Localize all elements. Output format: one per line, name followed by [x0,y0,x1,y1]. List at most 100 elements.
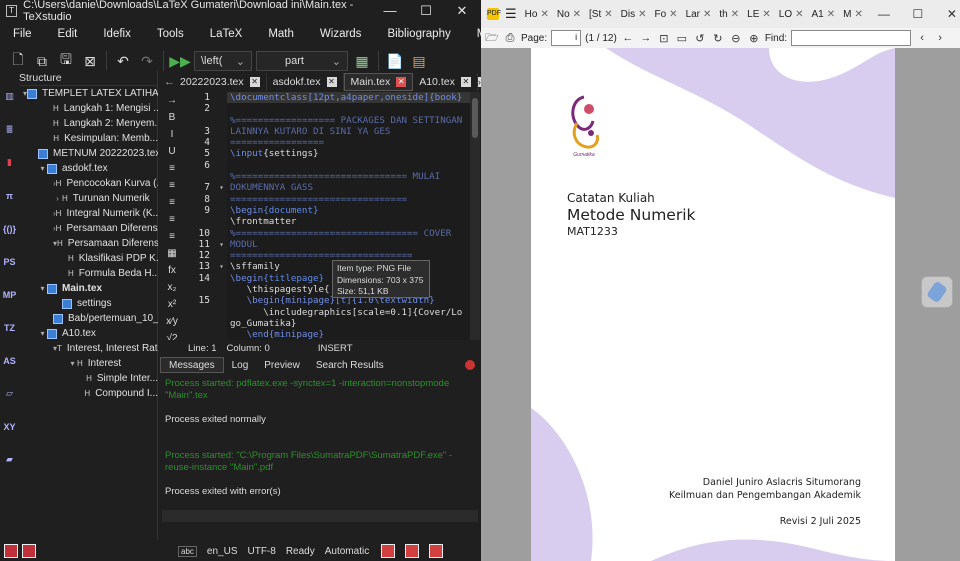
find-input[interactable] [791,30,912,46]
messages-scrollbar[interactable] [162,510,478,522]
chevron-down-icon[interactable]: ▾ [68,359,77,368]
menu-idefix[interactable]: Idefix [90,28,144,40]
find-next-icon[interactable]: › [933,32,947,44]
close-tab-icon[interactable]: ✕ [795,9,803,20]
pdf-maximize-button[interactable]: ☐ [901,7,935,21]
close-tab-icon[interactable]: ✕ [604,9,612,20]
structure-item[interactable]: › H Turunan Numerik [19,191,158,206]
chevron-down-icon[interactable]: ▾ [38,329,47,338]
paint-rail-icon[interactable]: ▰ [0,443,19,476]
function-icon[interactable]: fx [160,262,184,279]
editor-scrollbar[interactable] [470,92,480,340]
bookmark-rail-icon[interactable]: ▮ [0,146,19,179]
tab-a10[interactable]: A10.tex ✕ [413,73,478,91]
structure-item[interactable]: ▾ Main.tex [19,281,158,296]
tab-asdokf[interactable]: asdokf.tex ✕ [267,73,344,91]
close-tab-icon[interactable]: ✕ [326,77,337,87]
tab-search-results[interactable]: Search Results [308,357,392,373]
menu-math[interactable]: Math [255,28,307,40]
structure-item[interactable]: ▾HPersamaan Diferensi... [19,236,158,251]
close-tab-icon[interactable]: ✕ [703,9,711,20]
menu-tools[interactable]: Tools [144,28,197,40]
save-icon[interactable]: 🖫 [56,51,76,71]
tab-log[interactable]: Log [224,357,257,373]
pdf-tab[interactable]: Dis ✕ [617,9,651,20]
close-tab-icon[interactable]: ✕ [460,77,471,87]
compile-status-icon[interactable] [405,544,420,558]
pdf-tab[interactable]: LE ✕ [743,9,775,20]
structure-item[interactable]: settings [19,296,158,311]
view-status-icon[interactable] [429,544,444,558]
structure-view-icon[interactable]: ▤ [409,51,429,71]
minimize-button[interactable]: — [372,3,408,19]
structure-item[interactable]: METNUM 20222023.tex [19,146,158,161]
outline-rail-icon[interactable]: ≣ [0,113,19,146]
structure-item[interactable]: H Formula Beda H... [19,266,158,281]
as-rail-icon[interactable]: AS [0,344,19,377]
pdf-canvas[interactable]: Gumatika Catatan Kuliah Metode Numerik M… [481,48,960,561]
encoding-status[interactable]: UTF-8 [247,546,275,557]
pdf-minimize-button[interactable]: — [867,7,901,21]
fold-marker-icon[interactable]: ▾ [219,182,224,193]
close-tab-icon[interactable]: ✕ [396,77,407,87]
close-tab-icon[interactable]: ✕ [573,9,581,20]
bold-icon[interactable]: B [160,109,184,126]
rotate-left-icon[interactable]: ↺ [693,32,707,45]
structure-item[interactable]: H Langkah 2: Menyem... [19,116,158,131]
fraction-icon[interactable]: x⁄y [160,313,184,330]
menu-latex[interactable]: LaTeX [197,28,256,40]
table-icon[interactable]: ▦ [160,245,184,262]
close-tab-icon[interactable]: ✕ [854,9,862,20]
pdf-close-button[interactable]: ✕ [935,7,960,21]
structure-item[interactable]: H Kesimpulan: Memb... [19,131,158,146]
part-combo[interactable]: part ⌄ [256,51,348,71]
floating-pen-button[interactable] [921,276,953,308]
compile-icon[interactable]: ▶▶ [169,51,191,71]
ps-rail-icon[interactable]: PS [0,245,19,278]
chevron-down-icon[interactable]: ▾ [38,284,47,293]
structure-item[interactable]: H Simple Inter... [19,371,158,386]
close-tab-icon[interactable]: ✕ [762,9,770,20]
pdf-tab[interactable]: LO ✕ [775,9,808,20]
print-icon[interactable]: ⎙ [503,32,517,45]
chevron-down-icon[interactable]: ▾ [38,164,47,173]
structure-item[interactable]: H Langkah 1: Mengisi ... [19,101,158,116]
pdf-tab[interactable]: Lar ✕ [682,9,716,20]
stop-process-icon[interactable] [465,360,475,370]
structure-rail-icon[interactable]: ▥ [0,80,19,113]
tab-main[interactable]: Main.tex ✕ [343,73,414,91]
next-page-icon[interactable]: → [639,32,653,44]
menu-file[interactable]: File [0,28,45,40]
pdf-tab[interactable]: M ✕ [839,9,867,20]
arrow-icon[interactable]: → [160,92,184,109]
pdf-status-icon[interactable] [381,544,396,558]
rotate-right-icon[interactable]: ↻ [711,32,725,45]
mp-rail-icon[interactable]: MP [0,278,19,311]
superscript-icon[interactable]: x² [160,296,184,313]
menu-bibliography[interactable]: Bibliography [374,28,463,40]
open-folder-icon[interactable]: 🗁 [485,29,499,48]
tab-metnum[interactable]: 20222023.tex ✕ [174,73,267,91]
close-tab-icon[interactable]: ✕ [827,9,835,20]
structure-item[interactable]: Bab/pertemuan_10_... [19,311,158,326]
zoom-in-icon[interactable]: ⊕ [747,32,761,45]
structure-item[interactable]: › H Persamaan Diferensi... [19,221,158,236]
tab-messages[interactable]: Messages [160,357,224,373]
tab-preview[interactable]: Preview [256,357,308,373]
pdf-tab[interactable]: [St ✕ [585,9,617,20]
italic-icon[interactable]: I [160,126,184,143]
fold-marker-icon[interactable]: ▾ [219,261,224,272]
close-tab-icon[interactable]: ✕ [638,9,646,20]
toggle-structure-icon[interactable] [4,544,18,558]
page-input[interactable]: i [551,30,582,46]
align-right-icon[interactable]: ≡ [160,194,184,211]
underline-icon[interactable]: U [160,143,184,160]
structure-item[interactable]: ▾ asdokf.tex [19,161,158,176]
fit-width-icon[interactable]: ▭ [675,32,689,45]
menu-edit[interactable]: Edit [45,28,91,40]
fold-marker-icon[interactable]: ▾ [219,239,224,250]
maximize-button[interactable]: ☐ [408,3,444,19]
left-bracket-combo[interactable]: \left(⌄ [194,51,252,71]
pdf-tab[interactable]: Fo ✕ [651,9,682,20]
toggle-messages-icon[interactable] [22,544,36,558]
